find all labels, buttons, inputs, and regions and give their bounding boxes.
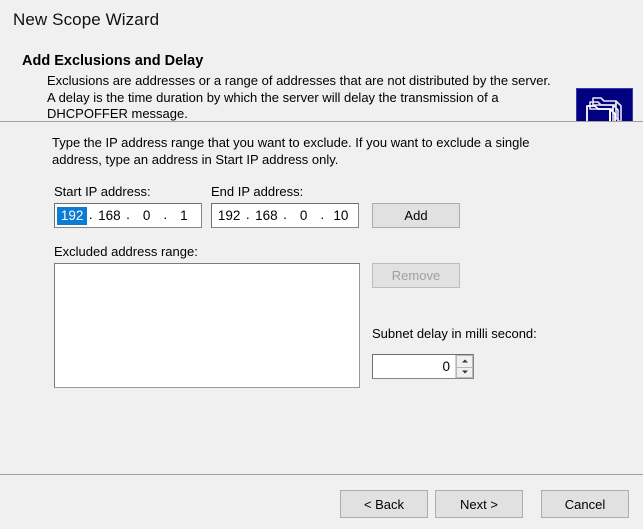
wizard-header: Add Exclusions and Delay Exclusions are … [0,40,643,122]
wizard-body: Type the IP address range that you want … [0,122,643,474]
end-ip-dot-1: . [244,207,251,224]
start-ip-dot-3: . [162,207,169,224]
add-button[interactable]: Add [372,203,460,228]
start-ip-octet-1[interactable]: 192 [57,207,87,225]
start-ip-octet-3[interactable]: 0 [132,207,162,225]
cancel-button[interactable]: Cancel [541,490,629,518]
title-bar: New Scope Wizard [0,0,643,40]
back-button[interactable]: < Back [340,490,428,518]
page-description-line-1: Exclusions are addresses or a range of a… [47,73,567,90]
start-ip-dot-1: . [87,207,94,224]
start-ip-octet-4[interactable]: 1 [169,207,199,225]
instruction-line-1: Type the IP address range that you want … [52,134,572,151]
wizard-footer: < Back Next > Cancel [0,475,643,529]
start-ip-label: Start IP address: [54,184,151,199]
start-ip-input[interactable]: 192 . 168 . 0 . 1 [54,203,202,228]
subnet-delay-label: Subnet delay in milli second: [372,326,537,341]
page-description-line-2: A delay is the time duration by which th… [47,90,567,107]
page-title: Add Exclusions and Delay [22,53,203,69]
subnet-delay-stepper[interactable]: 0 [372,354,474,379]
remove-button[interactable]: Remove [372,263,460,288]
spin-down-icon[interactable] [456,367,473,379]
subnet-delay-spin-buttons [455,355,473,378]
end-ip-octet-3[interactable]: 0 [289,207,319,225]
window-title: New Scope Wizard [0,10,159,30]
new-scope-wizard-window: New Scope Wizard Add Exclusions and Dela… [0,0,643,529]
excluded-range-listbox[interactable] [54,263,360,388]
end-ip-octet-1[interactable]: 192 [214,207,244,225]
start-ip-dot-2: . [125,207,132,224]
start-ip-octet-2[interactable]: 168 [94,207,124,225]
end-ip-octet-2[interactable]: 168 [251,207,281,225]
end-ip-dot-2: . [282,207,289,224]
end-ip-octet-4[interactable]: 10 [326,207,356,225]
instruction-line-2: address, type an address in Start IP add… [52,151,572,168]
instruction-text: Type the IP address range that you want … [52,134,572,168]
next-button[interactable]: Next > [435,490,523,518]
subnet-delay-value[interactable]: 0 [373,355,455,378]
end-ip-input[interactable]: 192 . 168 . 0 . 10 [211,203,359,228]
excluded-range-label: Excluded address range: [54,244,198,259]
spin-up-icon[interactable] [456,355,473,367]
end-ip-label: End IP address: [211,184,303,199]
end-ip-dot-3: . [319,207,326,224]
page-description: Exclusions are addresses or a range of a… [47,73,567,123]
